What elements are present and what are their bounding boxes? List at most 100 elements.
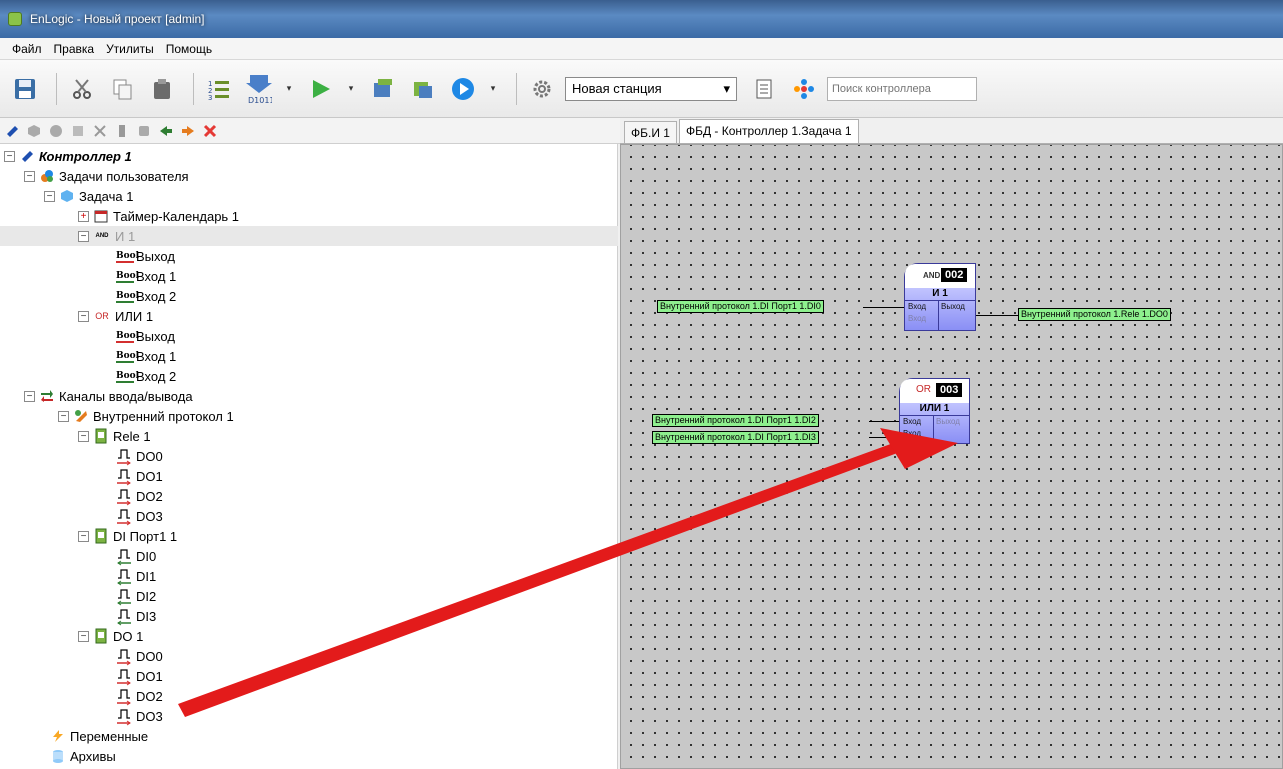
- tree-node-do[interactable]: − DO 1: [78, 626, 143, 646]
- tree-channel[interactable]: DI0: [116, 546, 156, 566]
- menu-file[interactable]: Файл: [6, 42, 48, 56]
- tree-port[interactable]: Bool Вход 1: [116, 266, 176, 286]
- tab-fb-and[interactable]: ФБ.И 1: [624, 121, 677, 143]
- copy-icon[interactable]: [105, 72, 139, 106]
- tree-toolbar: [0, 118, 620, 144]
- tree-channel[interactable]: DO3: [116, 706, 163, 726]
- signal-label-or-input-1[interactable]: Внутренний протокол 1.DI Порт1 1.DI2: [652, 414, 819, 427]
- tree-channel[interactable]: DO0: [116, 446, 163, 466]
- hexagon-icon[interactable]: [26, 123, 42, 139]
- tree-node-internal-protocol[interactable]: − Внутренний протокол 1: [58, 406, 234, 426]
- expand-icon[interactable]: +: [78, 210, 89, 222]
- tree-channel[interactable]: DO1: [116, 666, 163, 686]
- tree-channel[interactable]: DO2: [116, 686, 163, 706]
- collapse-icon[interactable]: −: [24, 390, 35, 402]
- network-icon[interactable]: [787, 72, 821, 106]
- tree-node-and-block[interactable]: − AND И 1: [0, 226, 618, 246]
- tree-port[interactable]: Bool Вход 1: [116, 346, 176, 366]
- tree-node-rele[interactable]: − Rele 1: [78, 426, 151, 446]
- collapse-icon[interactable]: −: [78, 310, 89, 322]
- bar-icon[interactable]: [114, 123, 130, 139]
- collapse-icon[interactable]: −: [44, 190, 55, 202]
- tree-port[interactable]: Bool Вход 2: [116, 366, 176, 386]
- tree-label: Задача 1: [79, 188, 134, 204]
- tree-channel[interactable]: DI3: [116, 606, 156, 626]
- db-icon[interactable]: [366, 72, 400, 106]
- collapse-icon[interactable]: −: [24, 170, 35, 182]
- download-icon[interactable]: D1011: [242, 72, 276, 106]
- signal-label-or-input-2[interactable]: Внутренний протокол 1.DI Порт1 1.DI3: [652, 431, 819, 444]
- dropdown-arrow-icon[interactable]: ▾: [344, 72, 358, 106]
- collapse-icon[interactable]: −: [4, 150, 15, 162]
- project-tree: − Контроллер 1 − Задачи пользователя − З…: [0, 144, 618, 769]
- paste-icon[interactable]: [145, 72, 179, 106]
- collapse-icon[interactable]: −: [78, 430, 89, 442]
- tree-label: Вход 1: [136, 268, 177, 284]
- block-input[interactable]: Вход: [908, 314, 926, 323]
- delete-icon[interactable]: [202, 123, 218, 139]
- sync-icon[interactable]: [406, 72, 440, 106]
- tree-node-controller[interactable]: − Контроллер 1: [4, 146, 132, 166]
- collapse-icon[interactable]: −: [58, 410, 69, 422]
- wire-icon[interactable]: [92, 123, 108, 139]
- and-function-block[interactable]: AND 002 И 1 Вход Выход Вход: [904, 263, 976, 331]
- controller-icon[interactable]: [4, 123, 20, 139]
- tree-node-archives[interactable]: Архивы: [50, 746, 116, 766]
- play-icon[interactable]: [446, 72, 480, 106]
- tree-label: DO0: [136, 648, 163, 664]
- tree-node-or-block[interactable]: − OR ИЛИ 1: [78, 306, 153, 326]
- fbd-canvas[interactable]: Внутренний протокол 1.DI Порт1 1.DI0 Вну…: [620, 144, 1283, 769]
- tree-channel[interactable]: DO2: [116, 486, 163, 506]
- shield-icon[interactable]: [136, 123, 152, 139]
- block-output[interactable]: Выход: [941, 302, 965, 311]
- controller-search-input[interactable]: [827, 76, 977, 101]
- menu-help[interactable]: Помощь: [160, 42, 218, 56]
- document-icon[interactable]: [747, 72, 781, 106]
- menu-edit[interactable]: Правка: [48, 42, 101, 56]
- tree-port[interactable]: Bool Вход 2: [116, 286, 176, 306]
- collapse-icon[interactable]: −: [78, 230, 89, 242]
- module-icon[interactable]: [70, 123, 86, 139]
- settings-icon[interactable]: [525, 72, 559, 106]
- tree-channel[interactable]: DO3: [116, 506, 163, 526]
- export-icon[interactable]: [180, 123, 196, 139]
- tree-node-task[interactable]: − Задача 1: [44, 186, 133, 206]
- tree-channel[interactable]: DI2: [116, 586, 156, 606]
- menu-utilities[interactable]: Утилиты: [100, 42, 160, 56]
- dropdown-arrow-icon[interactable]: ▾: [486, 72, 500, 106]
- tree-channel[interactable]: DO0: [116, 646, 163, 666]
- or-function-block[interactable]: OR 003 ИЛИ 1 Вход Выход Вход: [899, 378, 970, 444]
- save-icon[interactable]: [8, 72, 42, 106]
- block-input[interactable]: Вход: [903, 417, 921, 426]
- tree-node-io-channels[interactable]: − Каналы ввода/вывода: [24, 386, 193, 406]
- block-output[interactable]: Выход: [936, 417, 960, 426]
- block-icon[interactable]: [48, 123, 64, 139]
- block-input[interactable]: Вход: [903, 429, 921, 438]
- collapse-icon[interactable]: −: [78, 630, 89, 642]
- cube-icon: [59, 188, 75, 204]
- list-icon[interactable]: 123: [202, 72, 236, 106]
- bool-output-icon: Bool: [116, 251, 140, 263]
- tasks-icon: [39, 168, 55, 184]
- pulse-input-icon: [116, 548, 132, 566]
- tree-channel[interactable]: DO1: [116, 466, 163, 486]
- signal-label-and-output[interactable]: Внутренний протокол 1.Rele 1.DO0: [1018, 308, 1171, 321]
- dropdown-arrow-icon[interactable]: ▾: [282, 72, 296, 106]
- wire: [869, 437, 899, 438]
- import-icon[interactable]: [158, 123, 174, 139]
- tree-node-di-port[interactable]: − DI Порт1 1: [78, 526, 177, 546]
- cut-icon[interactable]: [65, 72, 99, 106]
- tree-node-user-tasks[interactable]: − Задачи пользователя: [24, 166, 189, 186]
- tree-channel[interactable]: DI1: [116, 566, 156, 586]
- collapse-icon[interactable]: −: [78, 530, 89, 542]
- editor-tabs: ФБ.И 1 ФБД - Контроллер 1.Задача 1: [620, 118, 1283, 144]
- tree-port[interactable]: Bool Выход: [116, 326, 175, 346]
- tree-node-timer[interactable]: + Таймер-Календарь 1: [78, 206, 239, 226]
- tab-fbd-task[interactable]: ФБД - Контроллер 1.Задача 1: [678, 119, 859, 143]
- signal-label-and-input[interactable]: Внутренний протокол 1.DI Порт1 1.DI0: [657, 300, 824, 313]
- block-input[interactable]: Вход: [908, 302, 926, 311]
- station-select[interactable]: Новая станция ▾: [565, 76, 737, 101]
- tree-node-variables[interactable]: Переменные: [50, 726, 148, 746]
- run-icon[interactable]: [304, 72, 338, 106]
- tree-port[interactable]: Bool Выход: [116, 246, 175, 266]
